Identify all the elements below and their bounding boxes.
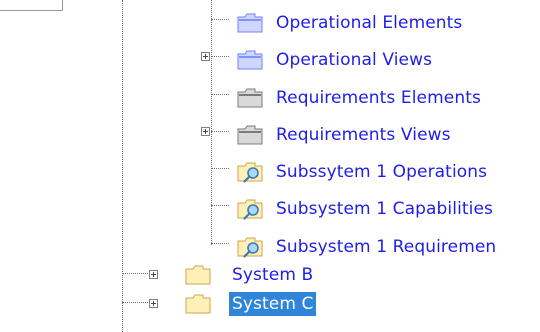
tree-item[interactable]: System C bbox=[0, 287, 540, 319]
tree-item-label[interactable]: Subssytem 1 Operations bbox=[276, 160, 487, 184]
expand-plus-icon[interactable] bbox=[201, 52, 210, 61]
tree-item-label[interactable]: System B bbox=[232, 263, 313, 287]
tree-item[interactable]: Operational Views bbox=[0, 41, 540, 73]
blue-folder-icon bbox=[237, 50, 263, 70]
tree-item[interactable]: Subssytem 1 Operations bbox=[0, 153, 540, 185]
tree-item-label[interactable]: Subsystem 1 Requiremen bbox=[276, 235, 496, 259]
search-folder-icon bbox=[237, 162, 263, 183]
tree-item[interactable]: System B bbox=[0, 258, 540, 290]
expand-plus-icon[interactable] bbox=[149, 299, 158, 308]
tree-panel: Operational Elements Operational Views R… bbox=[0, 0, 540, 332]
tree-item-label[interactable]: Operational Views bbox=[276, 48, 432, 72]
expand-plus-icon[interactable] bbox=[149, 270, 158, 279]
tree-item[interactable]: Operational Elements bbox=[0, 4, 540, 36]
tree-item[interactable]: Requirements Views bbox=[0, 116, 540, 148]
gray-folder-icon bbox=[237, 125, 263, 145]
tree-item[interactable]: Subsystem 1 Requiremen bbox=[0, 228, 540, 260]
yellow-folder-icon bbox=[185, 265, 211, 285]
gray-folder-icon bbox=[237, 88, 263, 108]
tree-item-label[interactable]: Requirements Views bbox=[276, 123, 451, 147]
expand-plus-icon[interactable] bbox=[201, 127, 210, 136]
tree-item-label[interactable]: System C bbox=[229, 292, 317, 316]
search-folder-icon bbox=[237, 237, 263, 258]
tree-item[interactable]: Requirements Elements bbox=[0, 79, 540, 111]
tree-item-label[interactable]: Requirements Elements bbox=[276, 86, 481, 110]
search-folder-icon bbox=[237, 199, 263, 220]
yellow-folder-icon bbox=[185, 294, 211, 314]
blue-folder-icon bbox=[237, 13, 263, 33]
tree-item-label[interactable]: Subsystem 1 Capabilities bbox=[276, 197, 493, 221]
tree-item-label[interactable]: Operational Elements bbox=[276, 11, 462, 35]
tree-item[interactable]: Subsystem 1 Capabilities bbox=[0, 190, 540, 222]
